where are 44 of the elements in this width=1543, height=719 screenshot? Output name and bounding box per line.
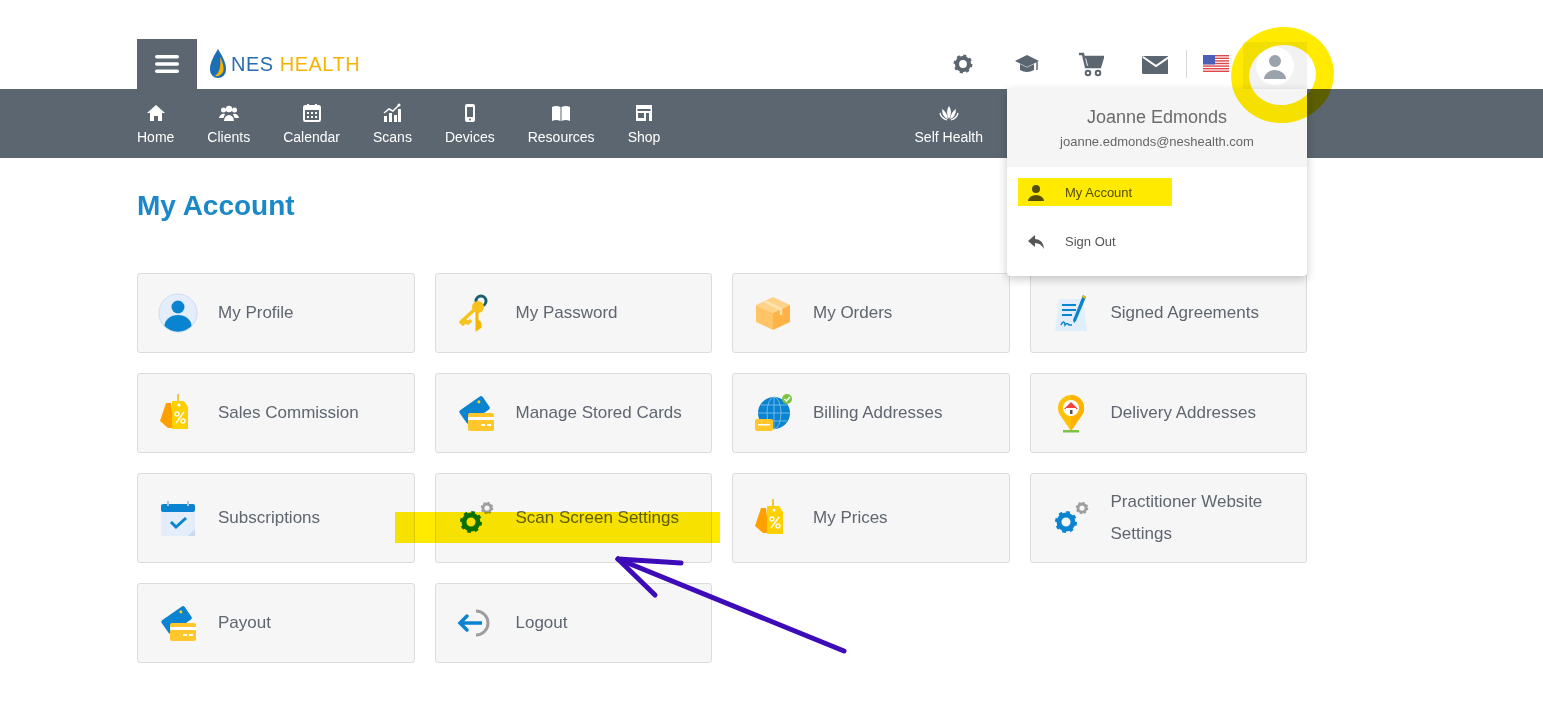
- credit-cards-icon: [158, 603, 198, 643]
- book-icon: [551, 103, 572, 123]
- nav-item[interactable]: Devices: [444, 89, 495, 158]
- account-tile[interactable]: Subscriptions: [137, 473, 415, 563]
- cart-icon[interactable]: [1078, 51, 1104, 77]
- bar-chart-icon: [382, 103, 403, 123]
- nav-item[interactable]: Home: [137, 89, 175, 158]
- account-tile[interactable]: Sales Commission: [137, 373, 415, 453]
- account-tile[interactable]: Payout: [137, 583, 415, 663]
- calendar-check-icon: [158, 498, 198, 538]
- home-icon: [145, 103, 166, 123]
- reply-arrow-icon: [1027, 232, 1045, 251]
- account-tile[interactable]: Signed Agreements: [1029, 273, 1307, 353]
- menu-item[interactable]: Sign Out: [1007, 217, 1307, 266]
- nav-item[interactable]: Resources: [527, 89, 595, 158]
- account-tile[interactable]: Practitioner Website Settings: [1029, 473, 1307, 563]
- account-tile[interactable]: Delivery Addresses: [1029, 373, 1307, 453]
- account-tile[interactable]: My Profile: [137, 273, 415, 353]
- nav-item[interactable]: Shop: [627, 89, 661, 158]
- nav-item[interactable]: Clients: [207, 89, 251, 158]
- store-icon: [633, 103, 654, 123]
- user-name: Joanne Edmonds: [1086, 107, 1228, 128]
- menu-item[interactable]: My Account: [1007, 168, 1307, 217]
- nav-item[interactable]: Self Health: [914, 89, 983, 158]
- account-tile[interactable]: Billing Addresses: [732, 373, 1010, 453]
- nav-item[interactable]: Scans: [373, 89, 412, 158]
- account-tile[interactable]: Logout: [434, 583, 712, 663]
- calendar-icon: [301, 103, 322, 123]
- account-tile[interactable]: My Orders: [732, 273, 1010, 353]
- flag-icon[interactable]: [1203, 55, 1229, 73]
- account-tile[interactable]: My Prices: [732, 473, 1010, 563]
- avatar-icon: [1256, 46, 1294, 85]
- menu-icon: [155, 54, 179, 74]
- menu-button[interactable]: [137, 39, 197, 89]
- globe-card-icon: [753, 393, 793, 433]
- page-title: My Account: [137, 189, 295, 223]
- user-circle-icon: [158, 293, 198, 333]
- account-tile[interactable]: My Password: [434, 273, 712, 353]
- user-email: joanne.edmonds@neshealth.com: [1060, 134, 1254, 149]
- drop-logo-icon: [209, 49, 227, 79]
- nav-item[interactable]: Calendar: [283, 89, 340, 158]
- users-icon: [218, 103, 239, 123]
- logo-wordmark: NES HEALTH: [231, 52, 361, 76]
- account-tile[interactable]: Manage Stored Cards: [434, 373, 712, 453]
